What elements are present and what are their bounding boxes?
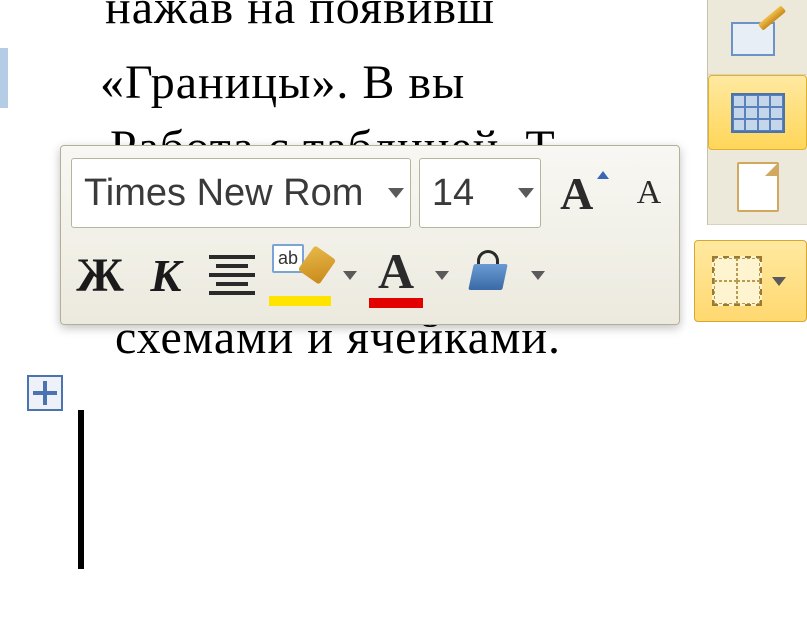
draw-table-button[interactable] bbox=[708, 0, 807, 75]
document-table[interactable] bbox=[78, 410, 84, 569]
align-center-icon bbox=[209, 255, 255, 295]
table-cell[interactable] bbox=[80, 412, 83, 490]
grow-font-icon: A bbox=[554, 167, 599, 220]
shrink-font-icon: A bbox=[621, 174, 662, 212]
font-color-swatch bbox=[369, 298, 423, 308]
italic-icon: К bbox=[150, 249, 181, 302]
font-size-combo[interactable]: 14 bbox=[419, 158, 541, 228]
borders-split-button[interactable] bbox=[694, 240, 807, 322]
table-row bbox=[80, 490, 83, 568]
page-edge-selection bbox=[0, 48, 8, 108]
chevron-down-icon[interactable] bbox=[388, 188, 404, 198]
shading-dropdown-arrow[interactable] bbox=[531, 271, 545, 280]
highlight-dropdown-arrow[interactable] bbox=[343, 271, 357, 280]
highlight-icon: ab bbox=[270, 244, 330, 294]
font-name-combo[interactable]: Times New Rom bbox=[71, 158, 411, 228]
highlight-color-button[interactable]: ab bbox=[269, 244, 331, 306]
document-text-line: «Границы». В вы bbox=[100, 55, 465, 110]
borders-dropdown-arrow[interactable] bbox=[772, 277, 786, 286]
mini-format-toolbar: Times New Rom 14 A A Ж К ab bbox=[60, 145, 680, 325]
grow-font-button[interactable]: A bbox=[549, 164, 605, 222]
chevron-down-icon[interactable] bbox=[518, 188, 534, 198]
move-arrows-icon bbox=[33, 381, 57, 405]
table-grid-icon bbox=[731, 93, 785, 133]
align-center-button[interactable] bbox=[203, 246, 261, 304]
bold-button[interactable]: Ж bbox=[71, 246, 129, 304]
insert-table-button[interactable] bbox=[708, 75, 807, 150]
table-move-handle[interactable] bbox=[27, 375, 63, 411]
page-icon bbox=[737, 162, 779, 212]
right-side-panel bbox=[707, 0, 807, 225]
font-size-value: 14 bbox=[432, 172, 512, 215]
shrink-font-button[interactable]: A bbox=[613, 164, 669, 222]
font-name-value: Times New Rom bbox=[84, 172, 382, 215]
draw-table-icon bbox=[731, 12, 785, 62]
blank-page-button[interactable] bbox=[708, 150, 807, 225]
paint-bucket-icon bbox=[467, 252, 513, 298]
document-text-line: нажав на появивш bbox=[105, 0, 495, 35]
highlight-color-swatch bbox=[269, 296, 331, 306]
italic-button[interactable]: К bbox=[137, 246, 195, 304]
font-color-dropdown-arrow[interactable] bbox=[435, 271, 449, 280]
bold-icon: Ж bbox=[76, 248, 123, 303]
table-row bbox=[80, 412, 83, 490]
font-color-button[interactable]: A bbox=[369, 242, 423, 308]
borders-icon bbox=[712, 256, 762, 306]
shading-button[interactable] bbox=[461, 246, 519, 304]
font-color-icon: A bbox=[378, 242, 414, 300]
table-cell[interactable] bbox=[80, 490, 83, 568]
